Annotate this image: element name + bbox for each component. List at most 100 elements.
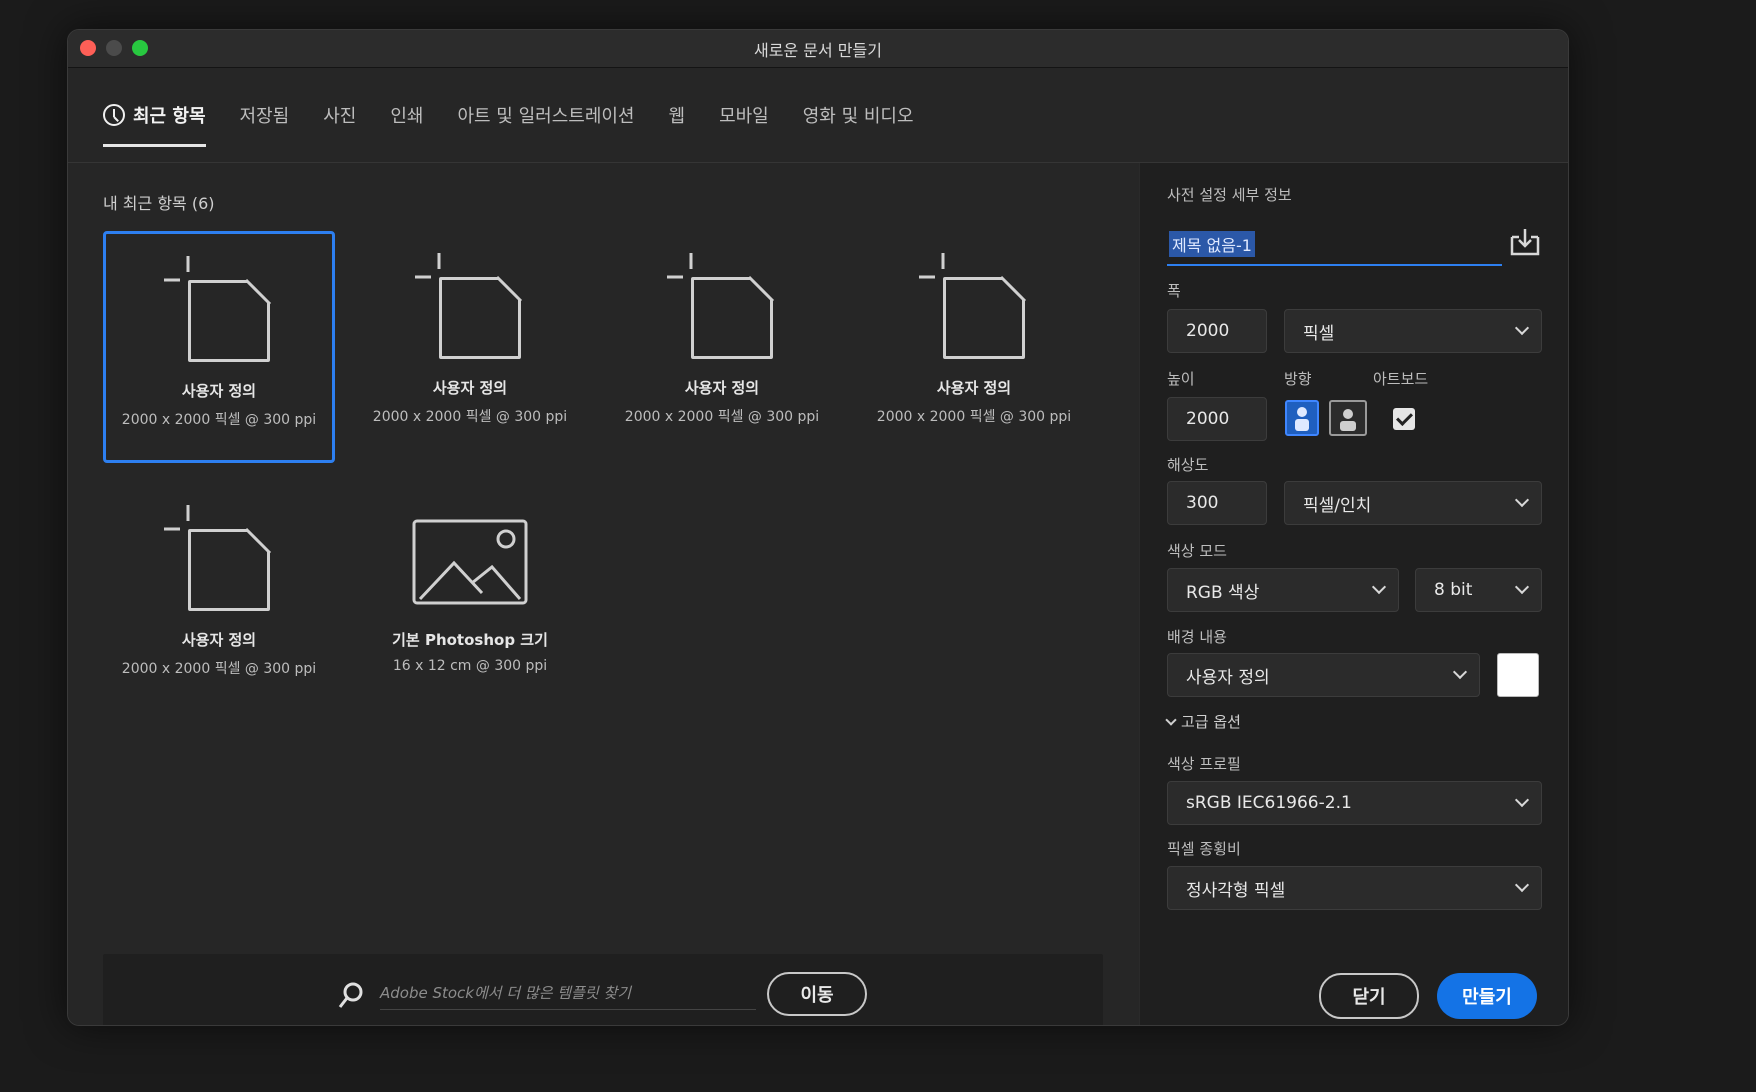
preset-card[interactable]: 사용자 정의 2000 x 2000 픽셀 @ 300 ppi — [606, 231, 838, 463]
resolution-label: 해상도 — [1167, 456, 1209, 474]
landscape-orientation-button[interactable] — [1329, 400, 1367, 436]
tab-web[interactable]: 웹 — [669, 68, 686, 163]
details-header: 사전 설정 세부 정보 — [1167, 186, 1292, 204]
preset-card[interactable]: 사용자 정의 2000 x 2000 픽셀 @ 300 ppi — [103, 231, 335, 463]
background-label: 배경 내용 — [1167, 628, 1227, 646]
tab-recent[interactable]: 최근 항목 — [103, 68, 206, 163]
resolution-input[interactable]: 300 — [1167, 481, 1267, 525]
advanced-options-label: 고급 옵션 — [1181, 713, 1241, 731]
document-name-field[interactable]: 제목 없음-1 — [1167, 223, 1502, 266]
portrait-orientation-button[interactable] — [1285, 400, 1319, 436]
blank-document-icon — [415, 253, 525, 363]
preset-card[interactable]: 사용자 정의 2000 x 2000 픽셀 @ 300 ppi — [858, 231, 1090, 463]
preset-name: 사용자 정의 — [684, 379, 760, 397]
tab-label: 웹 — [668, 106, 686, 127]
width-unit-value: 픽셀 — [1303, 323, 1335, 344]
tab-print[interactable]: 인쇄 — [390, 68, 423, 163]
preset-name: 사용자 정의 — [936, 379, 1012, 397]
tab-label: 아트 및 일러스트레이션 — [457, 106, 635, 127]
chevron-down-icon — [1452, 664, 1468, 680]
title-bar: 새로운 문서 만들기 — [68, 30, 1568, 68]
close-window-button[interactable] — [80, 40, 96, 56]
chevron-down-icon — [1514, 579, 1530, 595]
tab-label: 인쇄 — [390, 106, 424, 127]
window-controls — [80, 40, 148, 56]
go-button[interactable]: 이동 — [767, 972, 867, 1016]
blank-document-icon — [667, 253, 777, 363]
tab-label: 사진 — [323, 106, 357, 127]
preset-card[interactable]: 사용자 정의 2000 x 2000 픽셀 @ 300 ppi — [354, 231, 586, 463]
chevron-down-icon — [1514, 320, 1530, 336]
width-unit-select[interactable]: 픽셀 — [1284, 309, 1542, 353]
chevron-down-icon — [1165, 713, 1177, 726]
chevron-down-icon — [1514, 877, 1530, 893]
background-color-swatch[interactable] — [1497, 653, 1539, 697]
color-mode-value: RGB 색상 — [1186, 582, 1260, 603]
bit-depth-select[interactable]: 8 bit — [1415, 568, 1542, 612]
chevron-down-icon — [1514, 492, 1530, 508]
document-name-text: 제목 없음-1 — [1169, 231, 1255, 257]
new-document-dialog: 새로운 문서 만들기 최근 항목 저장됨 사진 인쇄 아트 및 일러스트레이션 … — [67, 29, 1569, 1026]
artboard-checkbox[interactable] — [1393, 408, 1415, 430]
width-input[interactable]: 2000 — [1167, 309, 1267, 353]
tab-art-illustration[interactable]: 아트 및 일러스트레이션 — [457, 68, 634, 163]
minimize-window-button[interactable] — [106, 40, 122, 56]
presets-pane: 내 최근 항목 (6) 사용자 정의 2000 x 2000 픽셀 @ 300 … — [68, 163, 1139, 1025]
color-mode-select[interactable]: RGB 색상 — [1167, 568, 1399, 612]
resolution-unit-value: 픽셀/인치 — [1303, 495, 1372, 516]
tab-label: 모바일 — [719, 106, 769, 127]
resolution-unit-select[interactable]: 픽셀/인치 — [1284, 481, 1542, 525]
color-mode-label: 색상 모드 — [1167, 542, 1227, 560]
tab-saved[interactable]: 저장됨 — [240, 68, 290, 163]
bit-depth-value: 8 bit — [1434, 580, 1473, 600]
background-value: 사용자 정의 — [1186, 667, 1270, 688]
zoom-window-button[interactable] — [132, 40, 148, 56]
chevron-down-icon — [1514, 792, 1530, 808]
color-profile-label: 색상 프로필 — [1167, 755, 1241, 773]
pixel-aspect-value: 정사각형 픽셀 — [1186, 880, 1286, 901]
stock-search-bar: Adobe Stock에서 더 많은 템플릿 찾기 이동 — [103, 954, 1103, 1025]
preset-details-pane: 사전 설정 세부 정보 제목 없음-1 폭 2000 픽셀 높이 방향 아트보드… — [1139, 163, 1568, 1025]
recent-section-title: 내 최근 항목 (6) — [103, 194, 215, 213]
close-button[interactable]: 닫기 — [1319, 973, 1419, 1019]
chevron-down-icon — [1371, 579, 1387, 595]
clock-icon — [103, 104, 125, 126]
stock-search-input[interactable]: Adobe Stock에서 더 많은 템플릿 찾기 — [380, 982, 756, 1010]
preset-detail: 2000 x 2000 픽셀 @ 300 ppi — [876, 409, 1072, 425]
preset-name: 기본 Photoshop 크기 — [392, 631, 548, 649]
preset-detail: 2000 x 2000 픽셀 @ 300 ppi — [121, 412, 317, 428]
height-input[interactable]: 2000 — [1167, 397, 1267, 441]
preset-name: 사용자 정의 — [181, 631, 257, 649]
width-label: 폭 — [1167, 282, 1181, 300]
preset-detail: 2000 x 2000 픽셀 @ 300 ppi — [624, 409, 820, 425]
preset-detail: 2000 x 2000 픽셀 @ 300 ppi — [372, 409, 568, 425]
tab-label: 영화 및 비디오 — [802, 106, 914, 127]
tab-mobile[interactable]: 모바일 — [719, 68, 769, 163]
category-tabs: 최근 항목 저장됨 사진 인쇄 아트 및 일러스트레이션 웹 모바일 영화 및 … — [68, 68, 1568, 163]
tab-label: 최근 항목 — [133, 106, 206, 127]
preset-card[interactable]: 기본 Photoshop 크기 16 x 12 cm @ 300 ppi — [354, 483, 586, 715]
tab-photo[interactable]: 사진 — [323, 68, 356, 163]
color-profile-value: sRGB IEC61966-2.1 — [1186, 793, 1352, 813]
artboard-label: 아트보드 — [1373, 370, 1429, 388]
tab-film-video[interactable]: 영화 및 비디오 — [803, 68, 914, 163]
tab-label: 저장됨 — [239, 106, 290, 127]
landscape-icon — [1340, 409, 1356, 431]
save-preset-icon[interactable] — [1509, 227, 1541, 257]
blank-document-icon — [164, 505, 274, 615]
search-icon — [338, 982, 363, 1008]
portrait-icon — [1295, 407, 1309, 431]
background-select[interactable]: 사용자 정의 — [1167, 653, 1480, 697]
color-profile-select[interactable]: sRGB IEC61966-2.1 — [1167, 781, 1542, 825]
preset-card[interactable]: 사용자 정의 2000 x 2000 픽셀 @ 300 ppi — [103, 483, 335, 715]
create-button[interactable]: 만들기 — [1437, 973, 1537, 1019]
advanced-options-toggle[interactable]: 고급 옵션 — [1165, 711, 1241, 732]
preset-name: 사용자 정의 — [181, 382, 257, 400]
pixel-aspect-label: 픽셀 종횡비 — [1167, 840, 1241, 858]
image-icon — [410, 505, 530, 615]
window-title: 새로운 문서 만들기 — [754, 40, 882, 60]
preset-detail: 16 x 12 cm @ 300 ppi — [392, 658, 548, 674]
pixel-aspect-select[interactable]: 정사각형 픽셀 — [1167, 866, 1542, 910]
preset-detail: 2000 x 2000 픽셀 @ 300 ppi — [121, 661, 317, 677]
orientation-label: 방향 — [1284, 370, 1312, 388]
